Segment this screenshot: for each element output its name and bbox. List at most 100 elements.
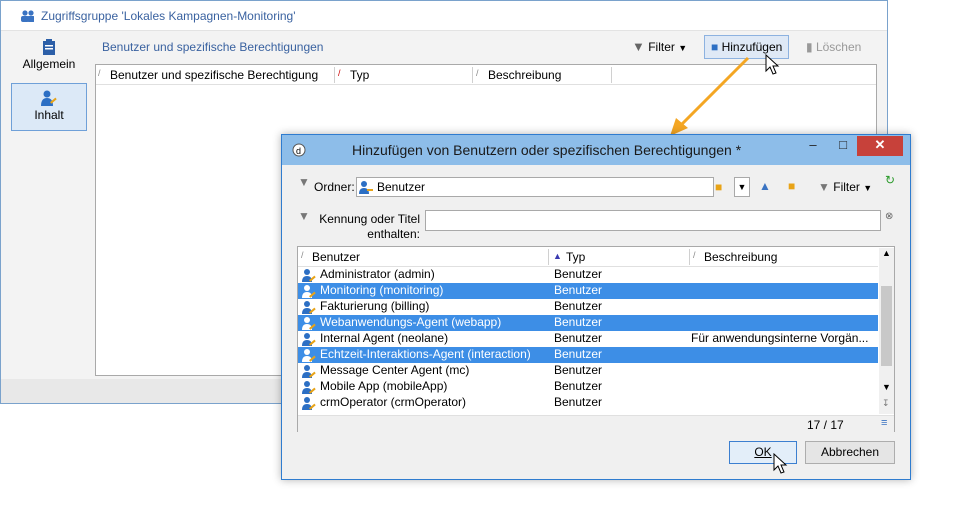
sort-ascending-icon: ▲ <box>553 251 562 261</box>
user-key-icon <box>359 181 373 194</box>
mouse-cursor-icon <box>765 54 780 75</box>
list-item[interactable]: Internal Agent (neolane) Benutzer Für anwe… <box>298 331 878 347</box>
sidebar-item-allgemein[interactable]: Allgemein <box>11 33 87 81</box>
trash-icon: ▮ <box>806 40 813 54</box>
user-key-icon <box>302 301 316 314</box>
section-title: Benutzer und spezifische Berechtigungen <box>102 40 324 54</box>
funnel-icon: ▼ <box>298 209 310 223</box>
list-item[interactable]: Monitoring (monitoring) Benutzer <box>298 283 878 299</box>
user-name: Administrator (admin) <box>320 267 435 281</box>
user-name: Echtzeit-Interaktions-Agent (interaction… <box>320 347 531 361</box>
cancel-button[interactable]: Abbrechen <box>805 441 895 464</box>
user-key-icon <box>41 90 57 106</box>
window-title-bar: Zugriffsgruppe 'Lokales Kampagnen-Monito… <box>1 1 887 31</box>
list-header: / Benutzer ▲ Typ / Beschreibung <box>298 247 878 267</box>
list-item[interactable]: Webanwendungs-Agent (webapp) Benutzer <box>298 315 878 331</box>
user-type: Benutzer <box>554 267 603 281</box>
chevron-down-icon: ▼ <box>863 183 873 193</box>
scroll-down-icon[interactable]: ▼ <box>882 382 891 392</box>
user-type: Benutzer <box>554 315 603 329</box>
user-key-icon <box>302 269 316 282</box>
sort-icon: / <box>693 250 696 260</box>
clear-search-icon[interactable]: ⊗ <box>885 211 893 222</box>
search-input[interactable] <box>425 210 881 231</box>
user-key-icon <box>302 381 316 394</box>
column-header[interactable]: Benutzer <box>312 250 360 264</box>
mouse-cursor-icon <box>773 453 788 474</box>
column-header[interactable]: Typ <box>566 250 585 264</box>
user-name: Webanwendungs-Agent (webapp) <box>320 315 502 329</box>
scrollbar-thumb[interactable] <box>881 286 892 366</box>
folder-up-icon[interactable]: ▲ <box>759 179 771 193</box>
sidebar: Allgemein Inhalt <box>1 31 95 403</box>
user-key-icon <box>302 397 316 410</box>
user-type: Benutzer <box>554 283 603 297</box>
dialog-title: Hinzufügen von Benutzern oder spezifisch… <box>352 142 742 158</box>
folder-dropdown-button[interactable]: ▼ <box>734 177 750 197</box>
open-folder-icon[interactable]: ■ <box>788 179 795 193</box>
user-type: Benutzer <box>554 299 603 313</box>
refresh-icon[interactable]: ↻ <box>885 173 895 187</box>
folder-label: Ordner: <box>314 180 355 194</box>
minimize-button[interactable]: – <box>799 136 827 156</box>
sidebar-item-label: Allgemein <box>22 57 76 71</box>
user-name: crmOperator (crmOperator) <box>320 395 467 409</box>
app-icon: d <box>292 143 306 157</box>
list-config-icon[interactable]: ≡ <box>881 417 887 429</box>
list-item[interactable]: Echtzeit-Interaktions-Agent (interaction… <box>298 347 878 363</box>
list-item[interactable]: Message Center Agent (mc) Benutzer <box>298 363 878 379</box>
column-header[interactable]: Beschreibung <box>704 250 777 264</box>
sidebar-item-inhalt[interactable]: Inhalt <box>11 83 87 131</box>
sort-icon: / <box>301 250 304 260</box>
user-name: Message Center Agent (mc) <box>320 363 470 377</box>
list-item[interactable]: Mobile App (mobileApp) Benutzer <box>298 379 878 395</box>
user-type: Benutzer <box>554 331 603 345</box>
add-users-dialog: d Hinzufügen von Benutzern oder spezifis… <box>281 134 911 480</box>
user-name: Mobile App (mobileApp) <box>320 379 448 393</box>
user-type: Benutzer <box>554 363 603 377</box>
search-label-line1: Kennung oder Titel <box>319 212 420 226</box>
user-key-icon <box>302 333 316 346</box>
column-header[interactable]: Beschreibung <box>488 68 561 82</box>
user-key-icon <box>302 317 316 330</box>
column-header[interactable]: Typ <box>350 68 369 82</box>
folder-value: Benutzer <box>377 180 426 194</box>
dialog-title-bar: d Hinzufügen von Benutzern oder spezifis… <box>282 135 910 165</box>
close-button[interactable]: ✕ <box>857 136 903 156</box>
list-rows: Administrator (admin) Benutzer Monitoring … <box>298 267 878 417</box>
funnel-icon: ▼ <box>818 180 830 194</box>
user-key-icon <box>302 349 316 362</box>
group-icon <box>21 10 34 22</box>
funnel-icon: ▼ <box>632 39 645 54</box>
list-item[interactable]: crmOperator (crmOperator) Benutzer <box>298 395 878 411</box>
user-description: Für anwendungsinterne Vorgän... <box>691 331 869 345</box>
funnel-icon: ▼ <box>298 175 310 189</box>
user-name: Internal Agent (neolane) <box>320 331 449 345</box>
clipboard-icon <box>43 39 55 55</box>
sidebar-item-label: Inhalt <box>34 108 64 122</box>
delete-button[interactable]: ▮ Löschen <box>799 35 868 59</box>
scroll-up-icon[interactable]: ▲ <box>882 248 891 258</box>
annotation-arrow <box>670 56 750 136</box>
user-type: Benutzer <box>554 395 603 409</box>
user-type: Benutzer <box>554 347 603 361</box>
list-item[interactable]: Administrator (admin) Benutzer <box>298 267 878 283</box>
user-key-icon <box>302 285 316 298</box>
column-header[interactable]: Benutzer und spezifische Berechtigung <box>110 68 318 82</box>
folder-field[interactable]: Benutzer ■ <box>356 177 722 197</box>
vertical-scrollbar[interactable]: ▲ ▼ ↧ <box>879 248 894 414</box>
user-name: Fakturierung (billing) <box>320 299 430 313</box>
folder-icon: ■ <box>715 180 723 194</box>
sort-icon: / <box>338 68 341 78</box>
list-item[interactable]: Fakturierung (billing) Benutzer <box>298 299 878 315</box>
user-name: Monitoring (monitoring) <box>320 283 444 297</box>
scroll-end-icon[interactable]: ↧ <box>882 398 890 409</box>
list-status-bar: 17 / 17 ≡ <box>298 415 894 432</box>
users-list: / Benutzer ▲ Typ / Beschreibung Administ… <box>297 246 895 432</box>
maximize-button[interactable]: □ <box>829 136 857 156</box>
window-title: Zugriffsgruppe 'Lokales Kampagnen-Monito… <box>41 9 296 23</box>
search-label-line2: enthalten: <box>367 227 420 241</box>
user-key-icon <box>302 365 316 378</box>
filter-button[interactable]: ▼ Filter ▼ <box>818 180 872 194</box>
svg-text:d: d <box>296 146 301 156</box>
